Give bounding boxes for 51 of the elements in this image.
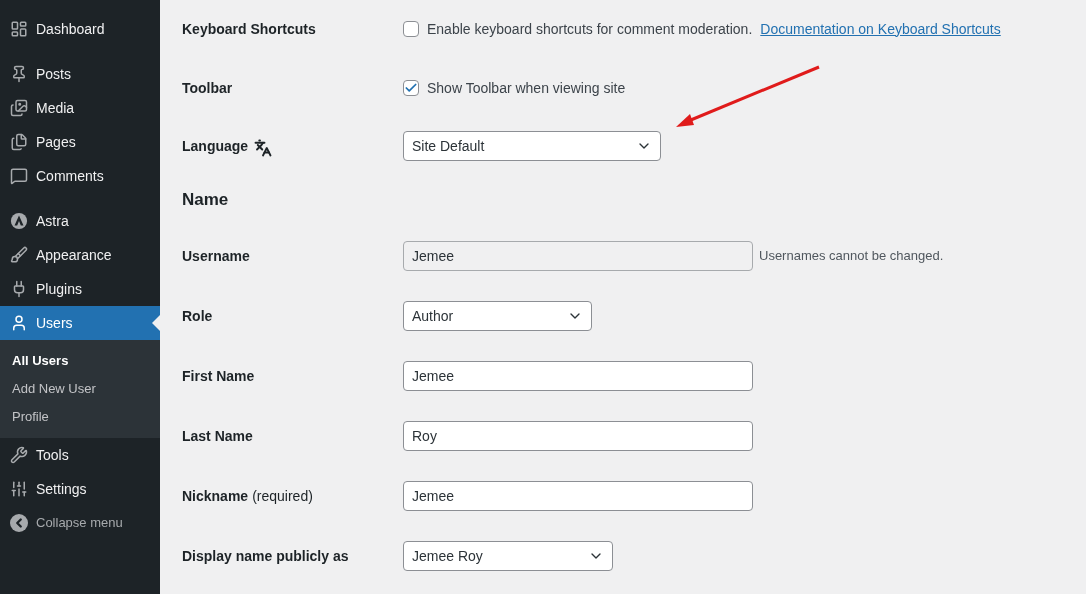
sidebar-item[interactable]: Posts [0, 57, 160, 91]
field-label: Language [182, 136, 249, 156]
required-note: (required) [252, 486, 313, 506]
brush-icon [10, 246, 28, 264]
field-label: Toolbar [182, 78, 233, 98]
submenu-item[interactable]: Profile [0, 403, 160, 431]
field-label: Nickname [182, 486, 249, 506]
user-icon [10, 314, 28, 332]
sliders-icon [10, 480, 28, 498]
select-field[interactable]: Jemee Roy [403, 541, 613, 571]
text-field[interactable]: Jemee [403, 361, 753, 391]
select-field[interactable]: Author [403, 301, 592, 331]
sidebar-item[interactable]: Plugins [0, 272, 160, 306]
sidebar-item[interactable]: Tools [0, 438, 160, 472]
sidebar-item[interactable]: Pages [0, 125, 160, 159]
checkbox[interactable] [403, 80, 419, 96]
wrench-icon [10, 446, 28, 464]
field-label: Keyboard Shortcuts [182, 19, 316, 39]
pages-icon [10, 133, 28, 151]
sidebar-item[interactable]: Settings [0, 472, 160, 506]
field-label: Role [182, 306, 213, 326]
sidebar-item[interactable]: Comments [0, 159, 160, 193]
field-label: Last Name [182, 426, 253, 446]
current-pointer-icon [152, 315, 160, 331]
field-label: First Name [182, 366, 255, 386]
sidebar-item[interactable]: Users [0, 306, 160, 340]
media-icon [10, 99, 28, 117]
sidebar-item[interactable]: Media [0, 91, 160, 125]
text-field[interactable]: Roy [403, 421, 753, 451]
field-description: Usernames cannot be changed. [759, 247, 944, 266]
submenu-item[interactable]: Add New User [0, 375, 160, 403]
pin-icon [10, 65, 28, 83]
sidebar-item[interactable]: Astra [0, 204, 160, 238]
collapse-icon [10, 514, 28, 532]
field-label: Display name publicly as [182, 546, 349, 566]
dashboard-icon [10, 20, 28, 38]
checkbox[interactable] [403, 21, 419, 37]
field-label: Username [182, 246, 250, 266]
comment-icon [10, 167, 28, 185]
section-heading: Name [182, 189, 229, 212]
checkbox-label: Enable keyboard shortcuts for comment moderation. [427, 19, 753, 39]
documentation-link[interactable]: Documentation on Keyboard Shortcuts [760, 18, 1001, 40]
checkbox-label: Show Toolbar when viewing site [427, 78, 626, 98]
collapse-menu-button[interactable]: Collapse menu [0, 506, 160, 540]
select-field[interactable]: Site Default [403, 131, 661, 161]
submenu-item[interactable]: All Users [0, 347, 160, 375]
astra-icon [10, 212, 28, 230]
check-icon [404, 81, 418, 95]
sidebar-item[interactable]: Dashboard [0, 12, 160, 46]
sidebar-item[interactable]: Appearance [0, 238, 160, 272]
text-field[interactable]: Jemee [403, 481, 753, 511]
